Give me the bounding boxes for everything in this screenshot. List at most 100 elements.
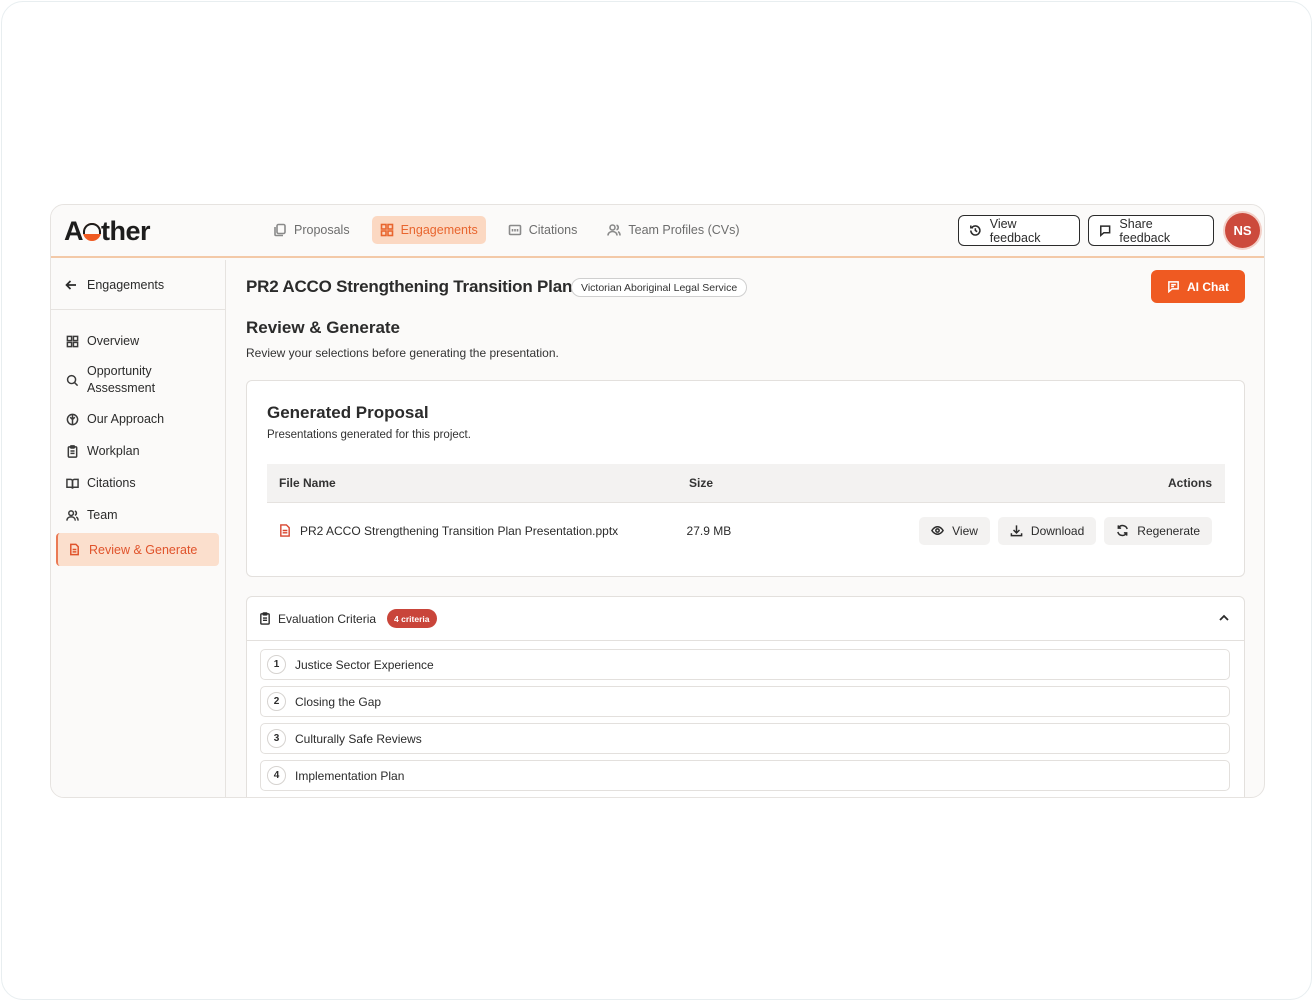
list-item[interactable]: 4 Implementation Plan [260,760,1230,791]
logo-mark-icon [83,223,101,241]
top-header: Ather Proposals Engagements Citations Te… [51,205,1264,258]
main-nav: Proposals Engagements Citations Team Pro… [265,216,748,244]
sidebar-item-label: Citations [87,476,136,490]
sidebar-item-label: Team [87,508,118,522]
app-window: Ather Proposals Engagements Citations Te… [50,204,1265,798]
file-icon [280,524,290,537]
download-icon [1010,525,1023,537]
file-size: 27.9 MB [686,523,732,538]
approach-icon [66,413,79,425]
clipboard-icon [67,444,78,458]
criterion-number: 3 [267,729,286,748]
regenerate-button[interactable]: Regenerate [1104,516,1212,545]
ai-chat-label: AI Chat [1187,279,1229,294]
generated-proposal-card: Generated Proposal Presentations generat… [246,380,1245,577]
criteria-count-badge: 4 criteria [387,609,437,628]
chat-icon [1168,281,1179,293]
arrow-left-icon [65,279,76,290]
criterion-number: 2 [267,692,286,711]
criterion-label: Implementation Plan [295,768,405,783]
criterion-label: Justice Sector Experience [295,657,434,672]
refresh-icon [1117,524,1129,537]
users-icon [607,224,622,236]
view-feedback-button[interactable]: View feedback [958,215,1080,246]
nav-label: Citations [528,223,578,237]
criterion-label: Culturally Safe Reviews [295,731,422,746]
column-header-actions: Actions [1167,476,1212,490]
nav-label: Engagements [400,223,478,237]
nav-engagements[interactable]: Engagements [371,216,486,244]
book-icon [66,478,79,489]
column-header-size: Size [689,476,714,490]
main-content: PR2 ACCO Strengthening Transition Plan V… [227,260,1264,797]
download-button[interactable]: Download [997,516,1097,545]
nav-team-profiles[interactable]: Team Profiles (CVs) [599,216,747,244]
share-feedback-label: Share feedback [1119,216,1171,245]
users-icon [66,509,79,521]
nav-proposals[interactable]: Proposals [265,216,358,244]
sidebar-item-label: Overview [87,334,140,348]
list-item[interactable]: 2 Closing the Gap [260,686,1230,717]
history-icon [970,225,981,236]
grid-icon [66,335,79,347]
file-name-cell: PR2 ACCO Strengthening Transition Plan P… [267,524,687,538]
client-badge: Victorian Aboriginal Legal Service [571,278,748,297]
evaluation-criteria-title: Evaluation Criteria [278,611,377,626]
table-header: File Name Size Actions [267,464,1225,503]
back-link-label: Engagements [87,277,165,292]
eye-icon [931,526,945,535]
nav-label: Team Profiles (CVs) [628,223,740,237]
sidebar-item-workplan[interactable]: Workplan [56,435,219,467]
regenerate-label: Regenerate [1137,523,1200,538]
proposals-icon [274,223,286,237]
evaluation-criteria-card: Evaluation Criteria 4 criteria 1 Justice… [246,596,1245,797]
criteria-list: 1 Justice Sector Experience 2 Closing th… [247,641,1244,791]
files-table: File Name Size Actions PR2 ACCO Strength… [267,464,1225,558]
section-title: Review & Generate [246,318,401,337]
search-icon [66,374,79,386]
page-title: PR2 ACCO Strengthening Transition Plan [246,277,573,296]
back-to-engagements-link[interactable]: Engagements [51,260,225,310]
chevron-up-icon[interactable] [1218,612,1230,624]
criterion-number: 1 [267,655,286,674]
sidebar-item-our-approach[interactable]: Our Approach [56,403,219,435]
download-label: Download [1030,523,1085,538]
sidebar-item-citations[interactable]: Citations [56,467,219,499]
sidebar-item-label: Workplan [87,444,140,458]
clipboard-icon [260,612,270,625]
message-icon [1100,225,1111,237]
list-item[interactable]: 1 Justice Sector Experience [260,649,1230,680]
file-icon [70,543,79,556]
criterion-number: 4 [267,766,286,785]
sidebar: Engagements Overview Opportunity Assessm… [51,260,226,797]
column-header-file-name: File Name [279,476,336,490]
list-item[interactable]: 3 Culturally Safe Reviews [260,723,1230,754]
criterion-label: Closing the Gap [295,694,382,709]
section-subtitle: Review your selections before generating… [246,346,559,360]
file-actions: View Download Regenerate [919,516,1225,545]
grid-icon [380,223,393,237]
share-feedback-button[interactable]: Share feedback [1088,215,1214,246]
avatar[interactable]: NS [1225,213,1260,248]
nav-label: Proposals [294,223,350,237]
citations-icon [508,224,522,236]
sidebar-item-opportunity-assessment[interactable]: Opportunity Assessment [56,357,219,403]
sidebar-item-label: Opportunity Assessment [87,364,156,395]
ai-chat-button[interactable]: AI Chat [1151,270,1245,303]
sidebar-item-overview[interactable]: Overview [56,325,219,357]
evaluation-criteria-header[interactable]: Evaluation Criteria 4 criteria [247,597,1244,641]
sidebar-item-label: Review & Generate [89,542,198,557]
generated-proposal-title: Generated Proposal [267,403,429,422]
logo[interactable]: Ather [64,215,151,247]
sidebar-item-review-generate[interactable]: Review & Generate [56,533,219,566]
nav-citations[interactable]: Citations [500,216,586,244]
sidebar-item-team[interactable]: Team [56,499,219,531]
logo-text-start: A [64,216,84,246]
sidebar-item-label: Our Approach [87,412,165,426]
generated-proposal-subtitle: Presentations generated for this project… [267,429,471,441]
view-label: View [952,523,978,538]
view-button[interactable]: View [919,516,990,545]
logo-text-end: ther [101,216,151,246]
sidebar-list: Overview Opportunity Assessment Our Appr… [51,310,225,566]
file-name: PR2 ACCO Strengthening Transition Plan P… [300,523,619,538]
